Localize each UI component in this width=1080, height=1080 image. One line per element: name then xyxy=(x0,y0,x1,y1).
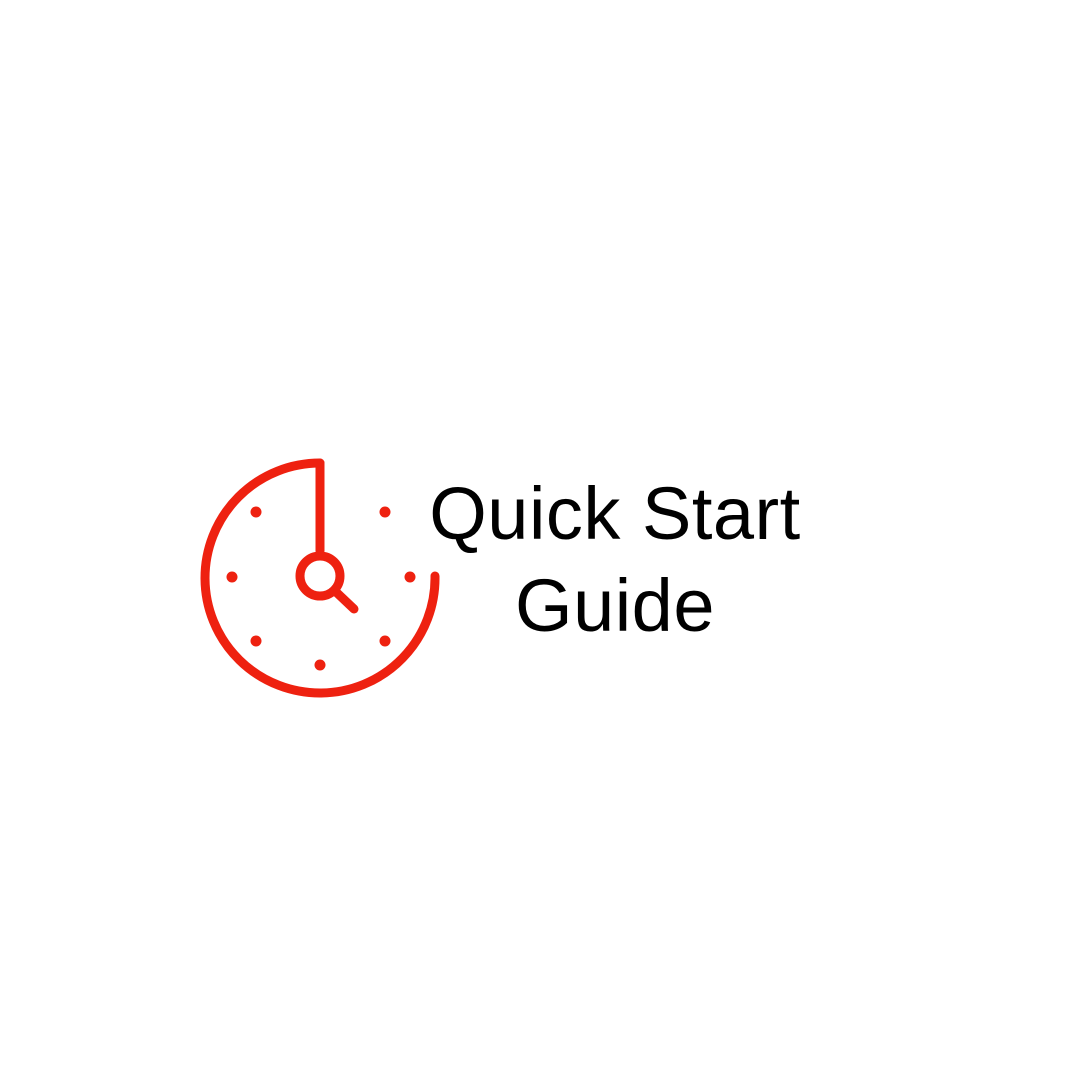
clock-hour-hand xyxy=(330,586,359,614)
tick-mark xyxy=(379,506,391,518)
graphic-canvas: Quick Start Guide xyxy=(0,0,1080,1080)
tick-mark xyxy=(379,635,391,647)
title-line-1: Quick Start xyxy=(429,472,801,555)
title-line-2: Guide xyxy=(515,564,715,647)
tick-mark xyxy=(314,659,326,671)
tick-mark xyxy=(250,635,262,647)
tick-mark xyxy=(226,571,238,583)
page-title: Quick Start Guide xyxy=(405,468,825,652)
tick-mark xyxy=(250,506,262,518)
